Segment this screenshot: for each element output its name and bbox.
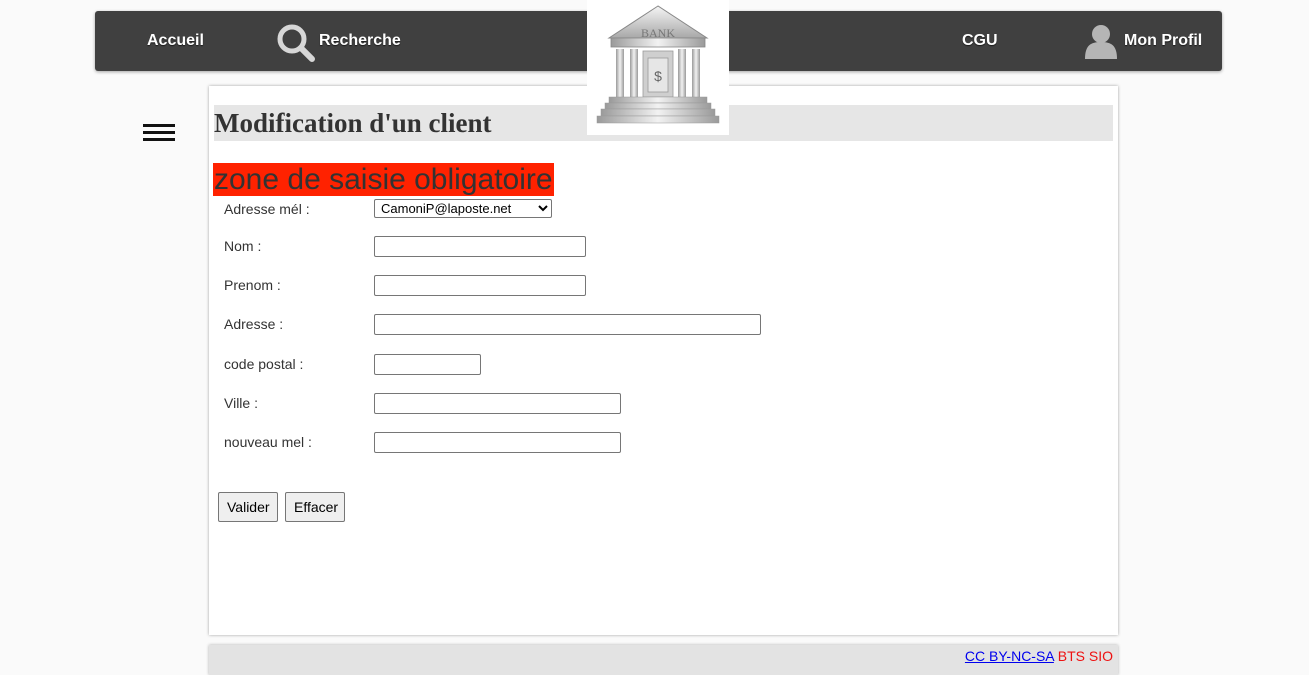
license-link[interactable]: CC BY-NC-SA xyxy=(965,648,1054,664)
edit-client-panel: Modification d'un client zone de saisie … xyxy=(209,86,1118,635)
email-label: Adresse mél : xyxy=(224,201,310,217)
new-mail-input[interactable] xyxy=(374,432,621,453)
search-icon[interactable] xyxy=(275,22,317,62)
required-notice: zone de saisie obligatoire xyxy=(213,163,554,196)
email-select[interactable]: CamoniP@laposte.net xyxy=(374,199,552,218)
adresse-label: Adresse : xyxy=(224,316,284,332)
profile-icon[interactable] xyxy=(1083,23,1119,59)
nom-label: Nom : xyxy=(224,238,262,254)
nav-cgu-link[interactable]: CGU xyxy=(962,11,998,71)
ville-input[interactable] xyxy=(374,393,621,414)
dollar-sign-icon: $ xyxy=(654,68,662,84)
footer: CC BY-NC-SA BTS SIO xyxy=(209,645,1118,675)
prenom-label: Prenom : xyxy=(224,277,281,293)
submit-button[interactable]: Valider xyxy=(218,492,278,522)
ville-label: Ville : xyxy=(224,395,258,411)
nav-profile-link[interactable]: Mon Profil xyxy=(1124,11,1202,71)
nom-input[interactable] xyxy=(374,236,586,257)
reset-button[interactable]: Effacer xyxy=(285,492,345,522)
code-postal-label: code postal : xyxy=(224,356,304,372)
bank-building-icon: BANK $ xyxy=(596,5,720,124)
nav-home-link[interactable]: Accueil xyxy=(147,11,204,71)
new-mail-label: nouveau mel : xyxy=(224,434,312,450)
bank-logo[interactable]: BANK $ xyxy=(587,0,729,135)
adresse-input[interactable] xyxy=(374,314,761,335)
footer-text: CC BY-NC-SA BTS SIO xyxy=(965,648,1113,664)
footer-brand: BTS SIO xyxy=(1057,648,1113,664)
nav-search-link[interactable]: Recherche xyxy=(319,11,401,71)
code-postal-input[interactable] xyxy=(374,354,481,375)
prenom-input[interactable] xyxy=(374,275,586,296)
hamburger-menu-icon[interactable] xyxy=(143,124,175,142)
